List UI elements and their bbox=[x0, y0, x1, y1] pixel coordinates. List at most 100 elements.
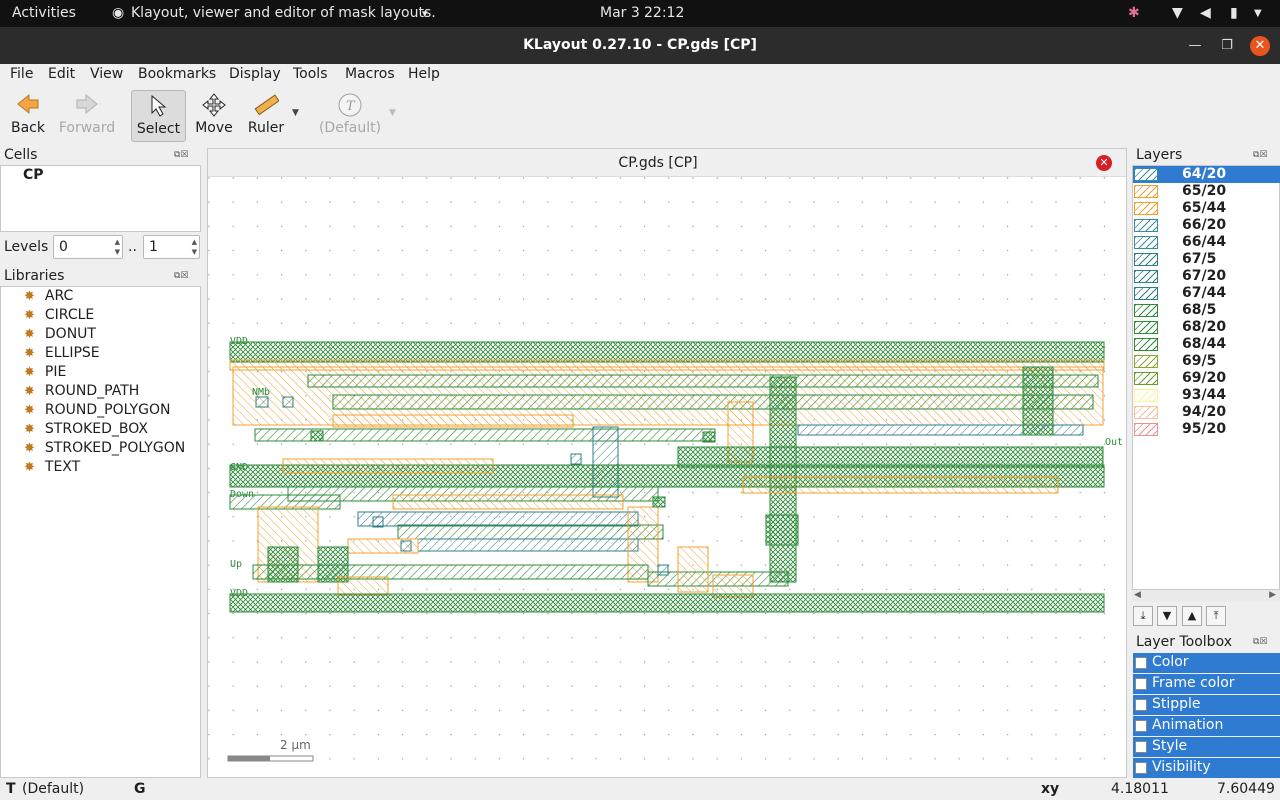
close-icon[interactable]: ✕ bbox=[1250, 36, 1270, 56]
wifi-icon[interactable]: ▼ bbox=[1172, 5, 1183, 21]
cells-panel-float-close-icon[interactable]: ⧉☒ bbox=[174, 150, 189, 160]
default-mode-chevron-down-icon[interactable]: ▼ bbox=[389, 108, 396, 118]
layer-row[interactable]: 68/20 bbox=[1133, 319, 1280, 336]
menu-edit[interactable]: Edit bbox=[48, 66, 75, 82]
menu-macros[interactable]: Macros bbox=[345, 66, 395, 82]
layer-row[interactable]: 65/44 bbox=[1133, 200, 1280, 217]
layer-swatch-icon bbox=[1134, 236, 1158, 249]
library-item[interactable]: ✸ STROKED_BOX bbox=[24, 421, 148, 437]
menu-file[interactable]: File bbox=[10, 66, 33, 82]
toolbox-label: Frame color bbox=[1152, 675, 1235, 691]
back-button[interactable]: Back bbox=[6, 90, 50, 142]
library-label: ROUND_POLYGON bbox=[44, 402, 171, 418]
layer-row[interactable]: 69/5 bbox=[1133, 353, 1280, 370]
expand-checkbox[interactable] bbox=[1135, 699, 1147, 711]
toolbox-visibility[interactable]: Visibility bbox=[1133, 758, 1280, 778]
layout-tab[interactable]: CP.gds [CP] ✕ bbox=[208, 149, 1126, 177]
layout-canvas[interactable]: VDD NMb GND Down Up VDD Out 2 μm bbox=[208, 177, 1126, 777]
layers-scrollbar[interactable]: ◀ ▶ bbox=[1132, 590, 1280, 602]
layout-view[interactable]: CP.gds [CP] ✕ VDD NMb GND Down Up VDD Ou… bbox=[207, 148, 1127, 778]
expand-checkbox[interactable] bbox=[1135, 678, 1147, 690]
layers-panel-float-close-icon[interactable]: ⧉☒ bbox=[1253, 150, 1268, 160]
library-item[interactable]: ✸ ARC bbox=[24, 288, 73, 304]
scroll-left-icon[interactable]: ◀ bbox=[1134, 590, 1141, 600]
layer-row[interactable]: 66/20 bbox=[1133, 217, 1280, 234]
ruler-button[interactable]: Ruler bbox=[244, 90, 288, 142]
menu-help[interactable]: Help bbox=[408, 66, 440, 82]
menu-display[interactable]: Display bbox=[229, 66, 281, 82]
select-label: Select bbox=[136, 121, 181, 137]
libraries-panel-float-close-icon[interactable]: ⧉☒ bbox=[174, 271, 189, 281]
app-menu-button[interactable]: Klayout, viewer and editor of mask layou… bbox=[131, 5, 436, 21]
library-item[interactable]: ✸ STROKED_POLYGON bbox=[24, 440, 185, 456]
layer-row[interactable]: 64/20 bbox=[1133, 166, 1280, 183]
activities-button[interactable]: Activities bbox=[12, 5, 76, 21]
forward-button[interactable]: Forward bbox=[56, 90, 118, 142]
layer-row[interactable]: 67/20 bbox=[1133, 268, 1280, 285]
cells-tree[interactable]: CP bbox=[0, 165, 201, 232]
spin-arrows-icon[interactable]: ▲ ▼ bbox=[192, 237, 197, 257]
layer-row[interactable]: 68/5 bbox=[1133, 302, 1280, 319]
move-layer-bottom-icon[interactable]: ⤓ bbox=[1133, 606, 1153, 626]
layer-row[interactable]: 95/20 bbox=[1133, 421, 1280, 438]
levels-to-spinbox[interactable]: 1 ▲ ▼ bbox=[143, 235, 200, 259]
clock-date[interactable]: Mar 3 bbox=[600, 5, 640, 21]
toolbox-stipple[interactable]: Stipple bbox=[1133, 695, 1280, 715]
tray-app-icon[interactable]: ✱ bbox=[1128, 5, 1140, 21]
status-mode: (Default) bbox=[22, 781, 85, 797]
layer-row[interactable]: 68/44 bbox=[1133, 336, 1280, 353]
menu-tools[interactable]: Tools bbox=[293, 66, 328, 82]
layer-swatch-icon bbox=[1134, 406, 1158, 419]
layer-row[interactable]: 65/20 bbox=[1133, 183, 1280, 200]
select-arrow-icon bbox=[132, 93, 185, 119]
maximize-icon[interactable]: ❐ bbox=[1217, 36, 1237, 56]
scroll-right-icon[interactable]: ▶ bbox=[1269, 590, 1276, 600]
library-item[interactable]: ✸ PIE bbox=[24, 364, 66, 380]
layer-name: 69/20 bbox=[1182, 370, 1227, 386]
layer-swatch-icon bbox=[1134, 321, 1158, 334]
spin-arrows-icon[interactable]: ▲ ▼ bbox=[115, 237, 120, 257]
library-item[interactable]: ✸ ROUND_PATH bbox=[24, 383, 139, 399]
minimize-icon[interactable]: — bbox=[1185, 36, 1205, 56]
levels-from-spinbox[interactable]: 0 ▲ ▼ bbox=[53, 235, 123, 259]
expand-checkbox[interactable] bbox=[1135, 720, 1147, 732]
system-menu-chevron-down-icon[interactable]: ▼ bbox=[1254, 8, 1262, 19]
ruler-dropdown-chevron-down-icon[interactable]: ▼ bbox=[292, 108, 299, 118]
close-tab-icon[interactable]: ✕ bbox=[1096, 155, 1112, 171]
toolbox-frame-color[interactable]: Frame color bbox=[1133, 674, 1280, 694]
library-item[interactable]: ✸ CIRCLE bbox=[24, 307, 94, 323]
layer-row[interactable]: 93/44 bbox=[1133, 387, 1280, 404]
expand-checkbox[interactable] bbox=[1135, 741, 1147, 753]
expand-checkbox[interactable] bbox=[1135, 762, 1147, 774]
layer-row[interactable]: 67/5 bbox=[1133, 251, 1280, 268]
expand-checkbox[interactable] bbox=[1135, 657, 1147, 669]
library-item[interactable]: ✸ ROUND_POLYGON bbox=[24, 402, 170, 418]
move-layer-top-icon[interactable]: ⤒ bbox=[1206, 606, 1226, 626]
default-mode-button[interactable]: T (Default) bbox=[316, 90, 384, 142]
volume-icon[interactable]: ◀ bbox=[1200, 5, 1211, 21]
move-layer-down-icon[interactable]: ▼ bbox=[1157, 606, 1177, 626]
ruler-label: Ruler bbox=[247, 120, 285, 136]
select-button[interactable]: Select bbox=[131, 90, 186, 142]
layer-row[interactable]: 67/44 bbox=[1133, 285, 1280, 302]
toolbox-color[interactable]: Color bbox=[1133, 653, 1280, 673]
move-button[interactable]: Move bbox=[192, 90, 236, 142]
menu-view[interactable]: View bbox=[90, 66, 123, 82]
library-item[interactable]: ✸ TEXT bbox=[24, 459, 80, 475]
status-mode-prefix: T bbox=[6, 781, 16, 797]
toolbox-style[interactable]: Style bbox=[1133, 737, 1280, 757]
layer-row[interactable]: 66/44 bbox=[1133, 234, 1280, 251]
move-layer-up-icon[interactable]: ▲ bbox=[1182, 606, 1202, 626]
cell-item[interactable]: CP bbox=[23, 167, 44, 183]
layer-name: 65/44 bbox=[1182, 200, 1227, 216]
library-item[interactable]: ✸ ELLIPSE bbox=[24, 345, 100, 361]
toolbox-animation[interactable]: Animation bbox=[1133, 716, 1280, 736]
library-label: PIE bbox=[44, 364, 67, 380]
menu-bookmarks[interactable]: Bookmarks bbox=[138, 66, 216, 82]
layer-row[interactable]: 69/20 bbox=[1133, 370, 1280, 387]
clock-time[interactable]: 22:12 bbox=[644, 5, 684, 21]
layer-toolbox-float-close-icon[interactable]: ⧉☒ bbox=[1253, 637, 1268, 647]
battery-icon[interactable]: ▮ bbox=[1230, 5, 1238, 21]
library-item[interactable]: ✸ DONUT bbox=[24, 326, 96, 342]
layer-row[interactable]: 94/20 bbox=[1133, 404, 1280, 421]
